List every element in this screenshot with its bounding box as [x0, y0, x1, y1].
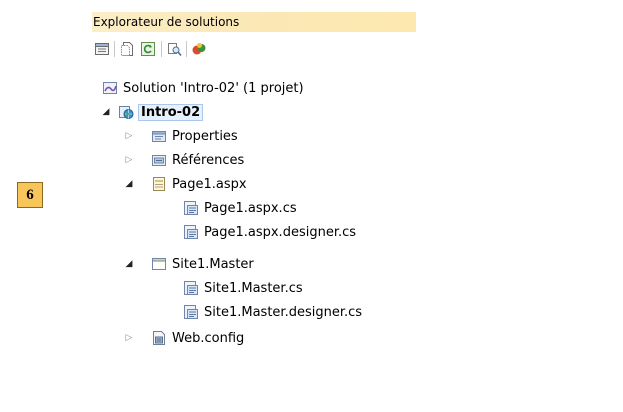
- tree-item-solution[interactable]: Solution 'Intro-02' (1 projet): [102, 77, 304, 99]
- cs-file-icon: [183, 280, 199, 296]
- tree-item-label: Site1.Master.cs: [204, 280, 303, 296]
- tree-item-label: Intro-02: [137, 103, 204, 121]
- tree-item-site1-master[interactable]: ◢ Site1.Master: [124, 253, 254, 275]
- expand-arrow-collapsed-icon[interactable]: ▷: [124, 131, 134, 141]
- tree-item-site1-master-cs[interactable]: Site1.Master.cs: [183, 277, 303, 299]
- master-page-icon: [151, 256, 167, 272]
- tree-item-page1-aspx[interactable]: ◢ Page1.aspx: [124, 173, 247, 195]
- cs-file-icon: [183, 304, 199, 320]
- tree-item-properties[interactable]: ▷ Properties: [124, 125, 238, 147]
- solution-explorer-panel: Explorateur de solutions Solution 'Intro…: [92, 8, 416, 360]
- properties-icon[interactable]: [94, 41, 110, 57]
- tree-item-label: Web.config: [172, 330, 245, 346]
- tree-item-label: Properties: [172, 128, 238, 144]
- properties-folder-icon: [151, 128, 167, 144]
- solution-icon: [102, 80, 118, 96]
- view-designer-icon[interactable]: [166, 41, 182, 57]
- config-file-icon: [151, 330, 167, 346]
- solution-explorer-toolbar: [92, 38, 416, 60]
- expand-arrow-expanded-icon[interactable]: ◢: [124, 259, 134, 269]
- expand-arrow-collapsed-icon[interactable]: ▷: [124, 155, 134, 165]
- toolbar-separator: [186, 41, 187, 57]
- tree-item-label: Références: [172, 152, 245, 168]
- tree-item-label: Page1.aspx: [172, 176, 247, 192]
- tree-item-label: Page1.aspx.cs: [204, 200, 297, 216]
- tree-item-label: Page1.aspx.designer.cs: [204, 224, 357, 240]
- refresh-icon[interactable]: [140, 41, 156, 57]
- step-number-badge: 6: [17, 182, 43, 208]
- tree-item-page1-aspx-designer-cs[interactable]: Page1.aspx.designer.cs: [183, 221, 356, 243]
- copy-website-icon[interactable]: [191, 41, 207, 57]
- show-all-files-icon[interactable]: [120, 41, 136, 57]
- tree-item-site1-master-designer-cs[interactable]: Site1.Master.designer.cs: [183, 301, 362, 323]
- toolbar-separator: [161, 41, 162, 57]
- panel-title: Explorateur de solutions: [92, 12, 416, 32]
- tree-item-label: Site1.Master.designer.cs: [204, 304, 363, 320]
- references-icon: [151, 152, 167, 168]
- cs-file-icon: [183, 224, 199, 240]
- aspx-page-icon: [151, 176, 167, 192]
- expand-arrow-collapsed-icon[interactable]: ▷: [124, 333, 134, 343]
- tree-item-label: Site1.Master: [172, 256, 254, 272]
- web-project-icon: [118, 104, 134, 120]
- expand-arrow-expanded-icon[interactable]: ◢: [124, 179, 134, 189]
- tree-item-references[interactable]: ▷ Références: [124, 149, 245, 171]
- toolbar-separator: [114, 41, 115, 57]
- cs-file-icon: [183, 200, 199, 216]
- tree-item-page1-aspx-cs[interactable]: Page1.aspx.cs: [183, 197, 297, 219]
- expand-arrow-expanded-icon[interactable]: ◢: [101, 107, 111, 117]
- tree-item-web-config[interactable]: ▷ Web.config: [124, 327, 245, 349]
- tree-item-project[interactable]: ◢ Intro-02: [101, 101, 204, 123]
- tree-item-label: Solution 'Intro-02' (1 projet): [123, 80, 304, 96]
